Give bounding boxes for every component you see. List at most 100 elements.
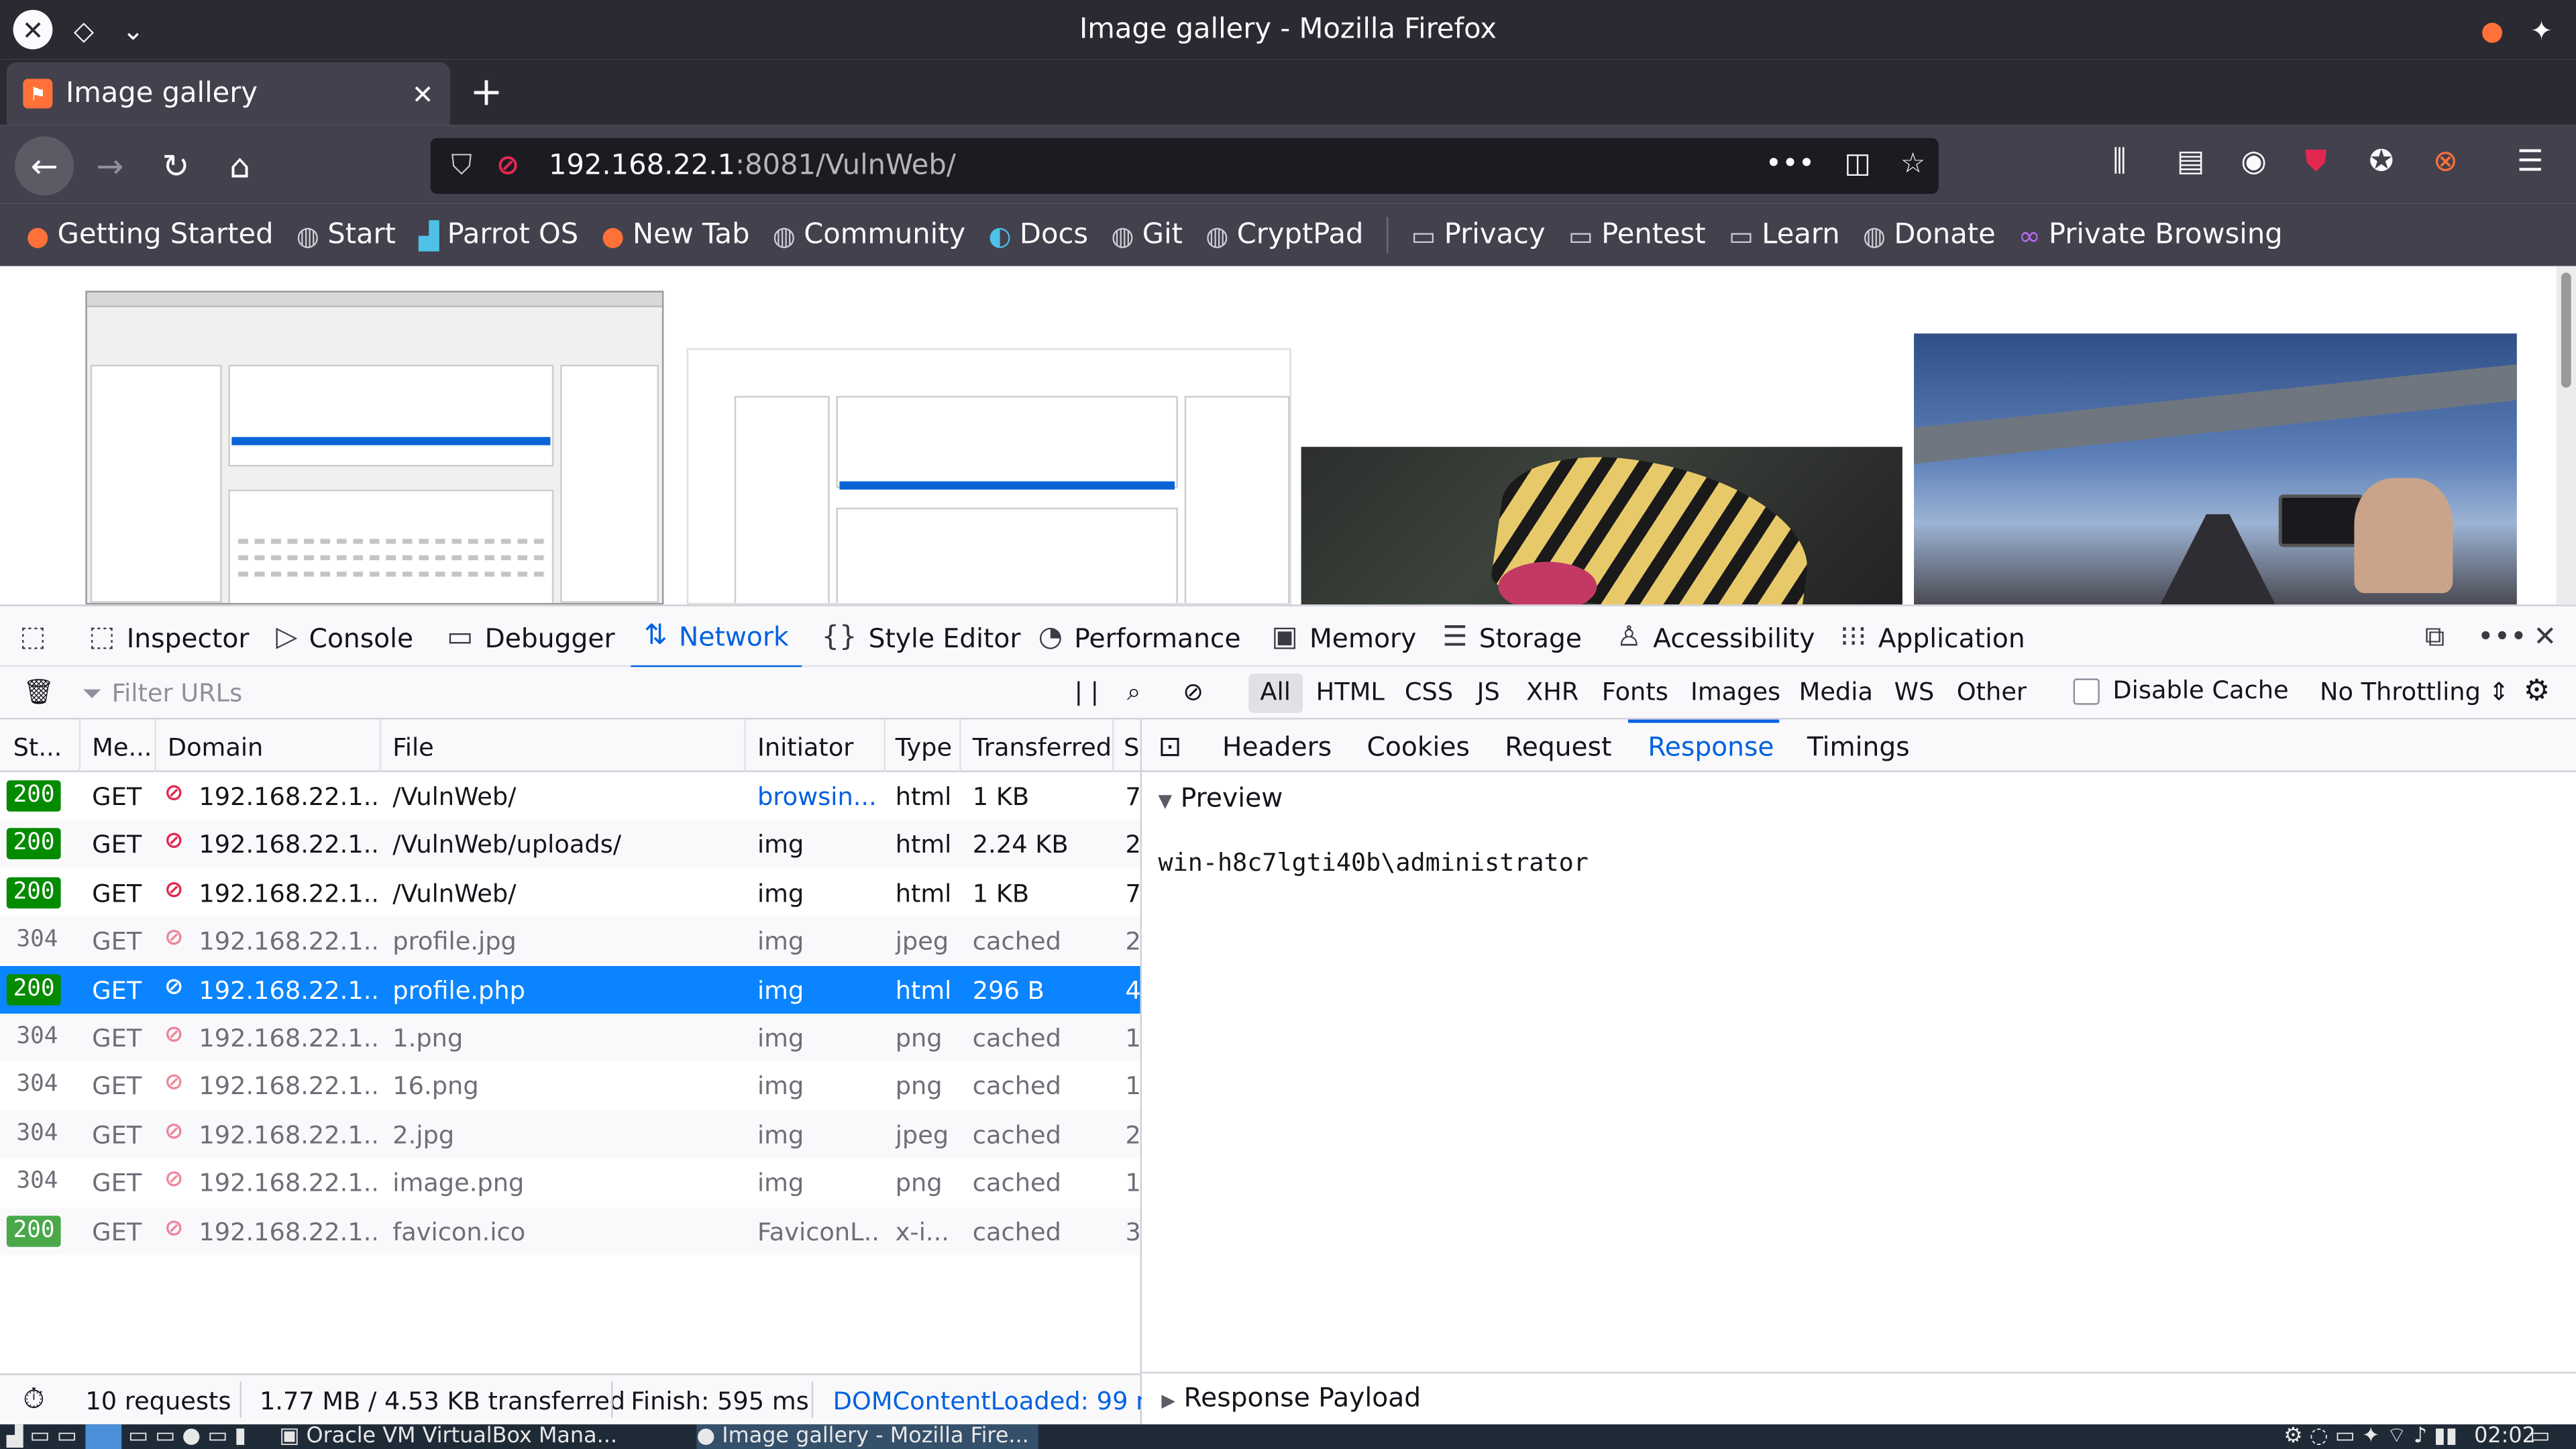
bookmark-git[interactable]: ◍ Git	[1111, 219, 1183, 252]
reload-icon[interactable]: ↻	[148, 138, 203, 194]
request-row[interactable]: 304 ⊘ GET 192.168.22.1... 16.png img png cached…	[0, 1061, 1140, 1110]
ublock-icon[interactable]: ⛊	[2305, 145, 2327, 179]
bookmark-star-icon[interactable]: ☆	[1900, 148, 1925, 180]
col-file[interactable]: File	[392, 733, 433, 762]
disable-cache-checkbox[interactable]: Disable Cache	[2073, 676, 2289, 705]
workspace-1[interactable]	[85, 1424, 122, 1449]
tab-network[interactable]: ⇅ Network	[631, 606, 802, 669]
tab-console[interactable]: ▷ Console	[276, 606, 413, 669]
bookmark-folder-privacy[interactable]: ▭ Privacy	[1411, 219, 1545, 252]
taskbar-firefox[interactable]: ● Image gallery - Mozilla Fire...	[696, 1424, 1039, 1449]
tab-close-icon[interactable]: ✕	[412, 78, 434, 109]
bookmark-new-tab[interactable]: ● New Tab	[602, 219, 750, 252]
bookmark-community[interactable]: ◍ Community	[773, 219, 965, 252]
tab-application[interactable]: ⁝⁝⁝ Application	[1840, 606, 2025, 669]
col-method[interactable]: Me...	[92, 733, 152, 762]
page-scrollbar[interactable]	[2556, 266, 2576, 605]
home-icon[interactable]: ⌂	[212, 138, 268, 194]
request-row[interactable]: 200 ⊘ GET 192.168.22.1... profile.php img html…	[0, 965, 1140, 1014]
gallery-image-event-viewer-1[interactable]	[85, 290, 664, 605]
request-row[interactable]: 200 ⊘ GET 192.168.22.1... /VulnWeb/img html 1 …	[0, 869, 1140, 917]
request-row[interactable]: 304 ⊘ GET 192.168.22.1... 2.jpg img jpeg cached…	[0, 1110, 1140, 1159]
bookmark-private-browsing[interactable]: ∞ Private Browsing	[2019, 219, 2283, 252]
tab-memory[interactable]: ▣ Memory	[1272, 606, 1417, 669]
cell-initiator[interactable]: browsin...	[757, 782, 879, 812]
tab-image-gallery[interactable]: ⚑ Image gallery ✕	[6, 62, 451, 125]
col-size[interactable]: S	[1124, 733, 1139, 762]
bookmark-folder-pentest[interactable]: ▭ Pentest	[1568, 219, 1706, 252]
taskbar-launchers[interactable]: ▭ ▭ ● ▭ ▮	[128, 1424, 246, 1449]
bookmark-parrot-os[interactable]: ▟ Parrot OS	[419, 219, 578, 252]
extension-icon[interactable]: ✪	[2369, 145, 2394, 179]
stopwatch-icon[interactable]: ⏱	[23, 1383, 44, 1416]
tab-headers[interactable]: Headers	[1222, 731, 1332, 763]
filter-js[interactable]: JS	[1465, 674, 1511, 713]
preview-section-header[interactable]: ▼ Preview	[1159, 782, 1283, 814]
tab-cookies[interactable]: Cookies	[1367, 731, 1470, 763]
start-menu-icon[interactable]: ▟ ▭ ▭	[7, 1424, 77, 1449]
pick-element-icon[interactable]: ⬚	[19, 606, 46, 669]
hamburger-menu-icon[interactable]: ☰	[2517, 145, 2544, 179]
request-row[interactable]: 200 ⊘ GET 192.168.22.1... /VulnWeb/uploads/i…	[0, 820, 1140, 869]
search-icon[interactable]: ⌕	[1127, 677, 1141, 706]
request-row[interactable]: 304 ⊘ GET 192.168.22.1... image.png img png cac…	[0, 1158, 1140, 1207]
filter-images[interactable]: Images	[1679, 674, 1792, 713]
filter-media[interactable]: Media	[1787, 674, 1884, 713]
dock-side-icon[interactable]: ⧉	[2425, 606, 2445, 669]
tab-debugger[interactable]: ▭ Debugger	[447, 606, 614, 669]
tracking-shield-icon[interactable]: ⛉	[443, 150, 480, 182]
url-bar[interactable]: ⛉ ⊘ 192.168.22.1:8081/VulnWeb/ ••• ◫ ☆	[430, 138, 1939, 194]
extension-2-icon[interactable]: ⊗	[2433, 145, 2458, 179]
col-transferred[interactable]: Transferred	[973, 733, 1112, 762]
page-actions-icon[interactable]: •••	[1766, 148, 1815, 180]
filter-urls-input[interactable]: ⏷ Filter URLs	[82, 674, 1051, 713]
account-icon[interactable]: ◉	[2241, 145, 2266, 179]
tab-timings[interactable]: Timings	[1807, 731, 1910, 763]
insecure-lock-icon[interactable]: ⊘	[496, 150, 529, 182]
taskbar-virtualbox[interactable]: ▣ Oracle VM VirtualBox Mana...	[279, 1424, 617, 1449]
request-row[interactable]: 304 ⊘ GET 192.168.22.1... 1.png img png cached 1	[0, 1014, 1140, 1062]
filter-xhr[interactable]: XHR	[1515, 674, 1591, 713]
pocket-icon[interactable]: ◫	[1844, 148, 1870, 180]
pin-icon[interactable]: ✦	[2520, 8, 2563, 51]
tab-inspector[interactable]: ⬚ Inspector	[89, 606, 249, 669]
col-domain[interactable]: Domain	[168, 733, 264, 762]
trash-icon[interactable]: 🗑	[23, 677, 54, 706]
forward-arrow-icon[interactable]: →	[82, 138, 138, 194]
bookmark-folder-learn[interactable]: ▭ Learn	[1729, 219, 1840, 252]
col-status[interactable]: St...	[13, 733, 62, 762]
filter-fonts[interactable]: Fonts	[1591, 674, 1680, 713]
show-desktop-icon[interactable]: ▭	[2530, 1424, 2550, 1449]
bookmark-donate[interactable]: ◍ Donate	[1863, 219, 1996, 252]
sidebar-icon[interactable]: ▤	[2177, 145, 2205, 179]
cell-initiator[interactable]: FaviconL...	[757, 1217, 879, 1246]
tab-storage[interactable]: ☰ Storage	[1442, 606, 1582, 669]
block-icon[interactable]: ⊘	[1183, 677, 1203, 706]
filter-all[interactable]: All	[1248, 674, 1303, 713]
back-arrow-icon[interactable]: ←	[15, 136, 74, 196]
new-tab-plus-icon[interactable]: +	[470, 69, 502, 115]
bookmark-start[interactable]: ◍ Start	[297, 219, 396, 252]
gallery-image-butterfly[interactable]	[1301, 447, 1902, 605]
tab-request[interactable]: Request	[1505, 731, 1611, 763]
tab-response[interactable]: Response	[1648, 731, 1774, 763]
library-icon[interactable]: ⫼	[2112, 145, 2126, 179]
toggle-sidebar-icon[interactable]: ⊡	[1159, 731, 1182, 764]
filter-ws[interactable]: WS	[1883, 674, 1946, 713]
bookmark-docs[interactable]: ◐ Docs	[988, 219, 1088, 252]
throttling-select[interactable]: No Throttling ⇕	[2320, 677, 2509, 706]
col-initiator[interactable]: Initiator	[757, 733, 853, 762]
devtools-close-icon[interactable]: ✕	[2533, 606, 2557, 669]
tab-style-editor[interactable]: {} Style Editor	[821, 606, 1020, 669]
request-row[interactable]: 304 ⊘ GET 192.168.22.1... profile.jpg img jpeg…	[0, 916, 1140, 965]
tab-performance[interactable]: ◔ Performance	[1038, 606, 1241, 669]
system-tray-icons[interactable]: ⚙ ◌ ▭ ✦ ⌔ ♪ ▮▮	[2284, 1424, 2457, 1449]
response-payload-section[interactable]: ▶ Response Payload	[1142, 1371, 2576, 1425]
devtools-menu-icon[interactable]: •••	[2477, 606, 2527, 669]
gallery-image-event-viewer-2[interactable]	[686, 348, 1291, 605]
gallery-image-bridge-phone[interactable]	[1914, 333, 2517, 605]
request-row[interactable]: 200 ⊘ GET 192.168.22.1... favicon.ico Favicon…	[0, 1207, 1140, 1255]
filter-html[interactable]: HTML	[1304, 674, 1396, 713]
request-row[interactable]: 200 ⊘ GET 192.168.22.1... /VulnWeb/browsin..…	[0, 772, 1140, 820]
bookmark-getting-started[interactable]: ● Getting Started	[26, 219, 273, 252]
